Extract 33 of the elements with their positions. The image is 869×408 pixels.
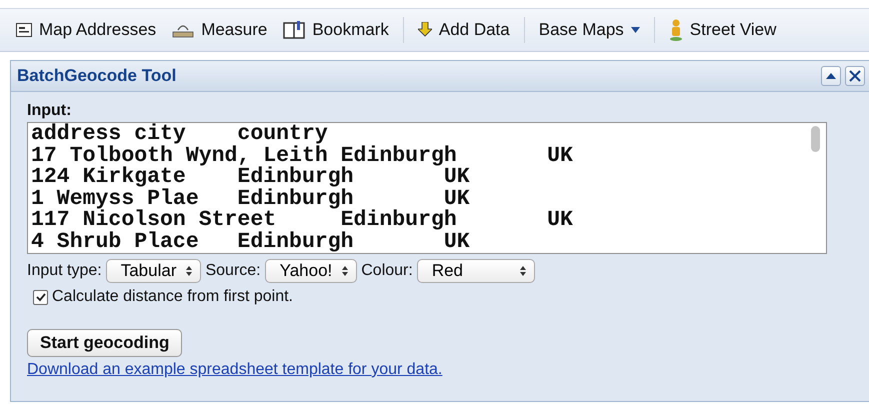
start-geocoding-button[interactable]: Start geocoding [27,329,182,357]
collapse-icon [826,73,836,79]
toolbar-button[interactable]: Street View [666,19,778,41]
select-label: Source: [205,262,261,280]
close-button[interactable] [845,66,865,86]
select-dropdown[interactable]: Tabular [106,259,202,283]
collapse-button[interactable] [821,66,841,86]
checkbox[interactable] [33,290,48,304]
person-icon [668,19,683,41]
updown-icon [342,266,348,276]
toolbar-button[interactable]: Bookmark [281,20,391,40]
select-label: Colour: [361,262,413,280]
input-field[interactable]: address city country 17 Tolbooth Wynd, Leith Edinburgh UK 124 Kirkgate Edinburgh UK 1 Wemyss Plae Edinburgh UK 117 Nicolson Street Edinburgh UK 4 Shrub Place Edinburgh UK [27,122,827,254]
select-dropdown[interactable]: Yahoo! [264,259,358,283]
checkbox-label: Calculate distance from first point. [52,288,293,306]
download-link[interactable]: Download an example spreadsheet template for your data. [27,361,869,379]
toolbar-button[interactable]: Map Addresses [14,20,158,40]
check-icon [36,292,46,302]
updown-icon [520,266,526,276]
updown-icon [186,266,192,276]
scrollbar-thumb[interactable] [811,126,820,152]
select-dropdown[interactable]: Red [416,259,535,283]
input-label: Input: [27,102,72,120]
down-arrow-icon [418,22,432,38]
base-maps-dropdown[interactable]: Base Maps [536,20,642,40]
panel-title: BatchGeocode Tool [17,66,178,86]
toolbar-button[interactable]: Add Data [416,20,512,40]
address-card-icon [16,23,32,37]
close-icon [849,70,861,82]
toolbar-button[interactable]: Measure [170,20,270,40]
select-label: Input type: [27,262,102,280]
caret-icon [630,27,640,33]
book-icon [283,21,306,39]
